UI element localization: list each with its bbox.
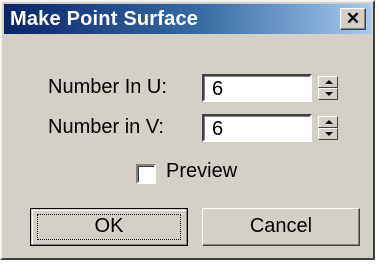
cancel-button[interactable]: Cancel xyxy=(202,208,360,246)
arrow-up-icon xyxy=(325,120,333,124)
number-in-u-input[interactable]: 6 xyxy=(202,74,312,102)
preview-checkbox[interactable] xyxy=(136,164,156,184)
number-in-v-input[interactable]: 6 xyxy=(202,114,312,142)
number-in-v-label: Number in V: xyxy=(48,116,164,138)
number-in-v-increment[interactable] xyxy=(318,116,338,128)
number-in-u-arrows xyxy=(318,76,338,100)
number-in-v-decrement[interactable] xyxy=(318,128,338,140)
number-in-u-spinner: 6 xyxy=(202,74,342,102)
number-in-v-value: 6 xyxy=(212,118,224,140)
number-in-u-value: 6 xyxy=(212,78,224,100)
ok-button[interactable]: OK xyxy=(30,208,188,246)
arrow-up-icon xyxy=(325,80,333,84)
preview-label[interactable]: Preview xyxy=(166,160,237,183)
ok-label: OK xyxy=(94,215,124,237)
cancel-label: Cancel xyxy=(249,215,313,237)
close-button[interactable]: ✕ xyxy=(340,8,366,30)
number-in-v-arrows xyxy=(318,116,338,140)
make-point-surface-dialog: Make Point Surface ✕ Number In U: 6 Numb… xyxy=(0,0,375,260)
number-in-u-decrement[interactable] xyxy=(318,88,338,100)
number-in-u-increment[interactable] xyxy=(318,76,338,88)
title-bar[interactable]: Make Point Surface ✕ xyxy=(4,4,371,34)
number-in-u-label: Number In U: xyxy=(48,76,167,98)
close-icon: ✕ xyxy=(345,9,361,28)
dialog-title: Make Point Surface xyxy=(10,8,199,30)
arrow-down-icon xyxy=(325,92,333,96)
arrow-down-icon xyxy=(325,132,333,136)
number-in-v-spinner: 6 xyxy=(202,114,342,142)
